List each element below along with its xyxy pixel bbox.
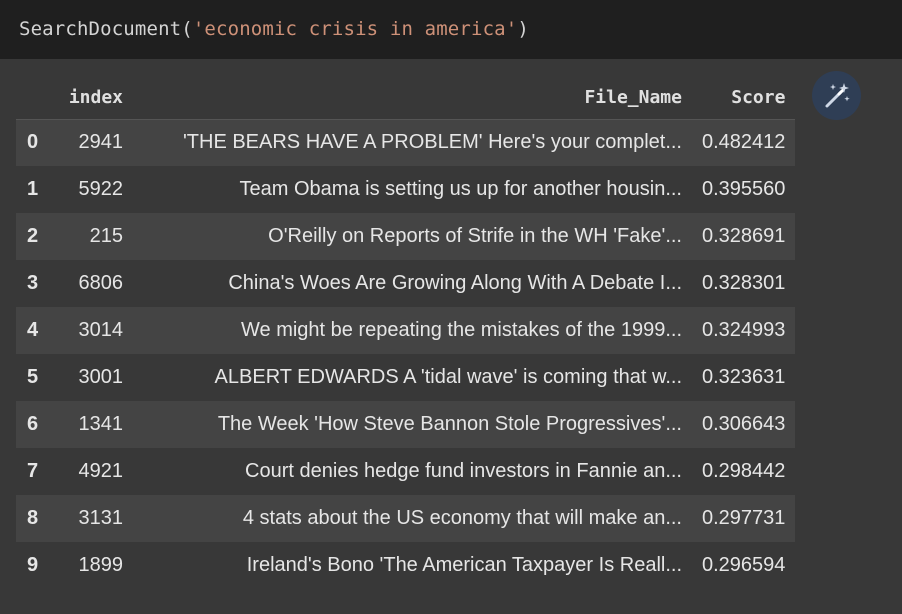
header-file-name: File_Name [133, 76, 692, 120]
index-cell: 4921 [78, 460, 124, 482]
table-row: 9 1899 Ireland's Bono 'The American Taxp… [16, 542, 795, 589]
score-cell: 0.395560 [702, 178, 786, 200]
score-cell: 0.328301 [702, 272, 786, 294]
index-cell: 3001 [78, 366, 124, 388]
row-label: 0 [16, 119, 52, 166]
index-cell: 2941 [52, 119, 133, 166]
index-cell: 3131 [52, 495, 133, 542]
file-name-cell: Ireland's Bono 'The American Taxpayer Is… [246, 554, 682, 576]
score-cell: 0.297731 [692, 495, 796, 542]
table-row: 7 4921 Court denies hedge fund investors… [16, 448, 795, 495]
row-label: 8 [16, 495, 52, 542]
table-row: 4 3014 We might be repeating the mistake… [16, 307, 796, 354]
row-label: 3 [27, 272, 39, 294]
score-cell: 0.324993 [692, 307, 796, 354]
file-name-cell: 'THE BEARS HAVE A PROBLEM' Here's your c… [133, 119, 692, 166]
row-label: 1 [27, 178, 39, 200]
score-cell: 0.296594 [702, 554, 786, 576]
score-cell: 0.306643 [692, 401, 796, 448]
file-name-cell: Court denies hedge fund investors in Fan… [245, 460, 682, 482]
row-label: 9 [27, 554, 39, 576]
table-row: 6 1341 The Week 'How Steve Bannon Stole … [16, 401, 796, 448]
code-line[interactable]: SearchDocument('economic crisis in ameri… [19, 18, 529, 40]
row-label: 7 [27, 460, 39, 482]
score-cell: 0.298442 [702, 460, 786, 482]
header-row-label [16, 76, 52, 120]
table-body: 0 2941 'THE BEARS HAVE A PROBLEM' Here's… [16, 119, 796, 589]
table-row: 3 6806 China's Woes Are Growing Along Wi… [16, 260, 795, 307]
score-cell: 0.482412 [692, 119, 796, 166]
index-cell: 3014 [52, 307, 133, 354]
file-name-cell: China's Woes Are Growing Along With A De… [228, 272, 682, 294]
file-name-cell: We might be repeating the mistakes of th… [133, 307, 692, 354]
suggest-chart-button[interactable] [812, 71, 861, 120]
row-label: 6 [16, 401, 52, 448]
row-label: 4 [16, 307, 52, 354]
index-cell: 1899 [78, 554, 124, 576]
file-name-cell: Team Obama is setting us up for another … [239, 178, 682, 200]
table-row: 5 3001 ALBERT EDWARDS A 'tidal wave' is … [16, 354, 795, 401]
file-name-cell: The Week 'How Steve Bannon Stole Progres… [133, 401, 692, 448]
magic-wand-icon [825, 82, 850, 107]
row-label: 2 [16, 213, 52, 260]
index-cell: 215 [52, 213, 133, 260]
index-cell: 1341 [52, 401, 133, 448]
code-function-call: SearchDocument( [19, 18, 193, 40]
header-index: index [52, 76, 133, 120]
table-row: 0 2941 'THE BEARS HAVE A PROBLEM' Here's… [16, 119, 796, 166]
table-row: 8 3131 4 stats about the US economy that… [16, 495, 796, 542]
score-cell: 0.328691 [692, 213, 796, 260]
header-score: Score [692, 76, 796, 120]
file-name-cell: O'Reilly on Reports of Strife in the WH … [133, 213, 692, 260]
score-cell: 0.323631 [702, 366, 786, 388]
table-row: 1 5922 Team Obama is setting us up for a… [16, 166, 795, 213]
row-label: 5 [27, 366, 39, 388]
code-string-literal: 'economic crisis in america' [192, 18, 518, 40]
file-name-cell: ALBERT EDWARDS A 'tidal wave' is coming … [214, 366, 682, 388]
table-header-row: index File_Name Score [16, 76, 796, 120]
cell-output: index File_Name Score 0 2941 'THE BEARS … [0, 59, 902, 614]
table-row: 2 215 O'Reilly on Reports of Strife in t… [16, 213, 796, 260]
index-cell: 5922 [78, 178, 124, 200]
dataframe-table: index File_Name Score 0 2941 'THE BEARS … [16, 76, 796, 589]
code-closing-paren: ) [517, 18, 529, 40]
code-cell[interactable]: SearchDocument('economic crisis in ameri… [0, 0, 902, 59]
file-name-cell: 4 stats about the US economy that will m… [133, 495, 692, 542]
index-cell: 6806 [78, 272, 124, 294]
